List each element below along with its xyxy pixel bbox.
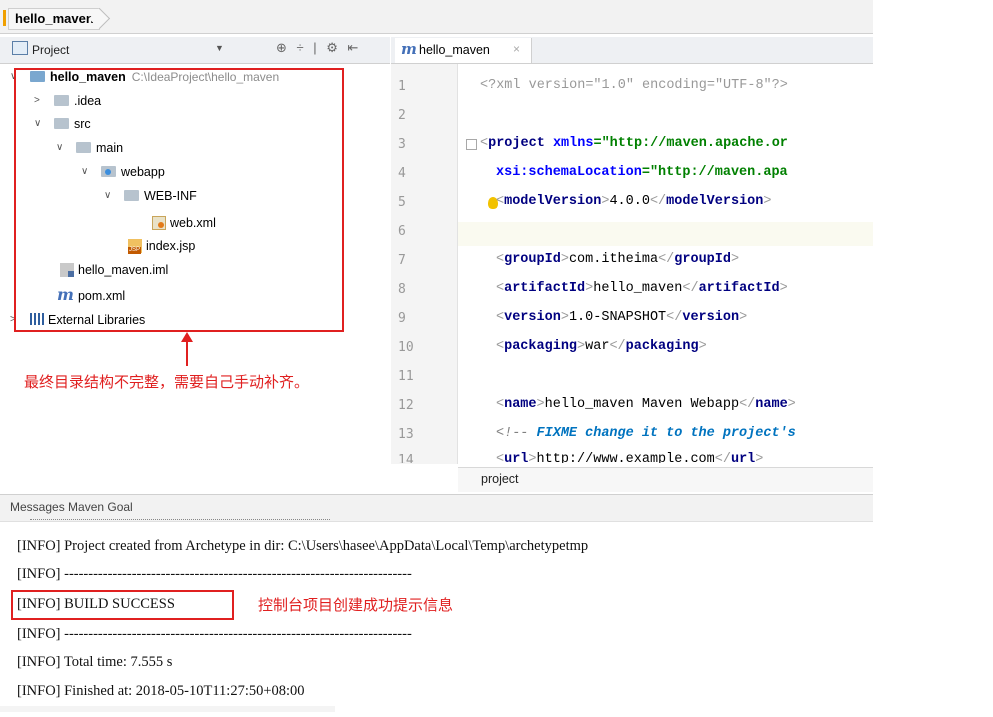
tag-value: 1.0-SNAPSHOT	[568, 310, 667, 325]
maven-icon: m	[401, 40, 417, 58]
attr-name: xmlns	[552, 136, 594, 151]
editor-breadcrumb[interactable]: project	[481, 472, 519, 486]
messages-panel-title[interactable]: Messages Maven Goal	[10, 500, 133, 514]
highlight-box-tree	[14, 68, 344, 332]
current-line-highlight	[458, 222, 873, 246]
attr-name: xsi:schemaLocation	[496, 165, 642, 180]
annotation-arrow	[186, 340, 188, 366]
close-icon[interactable]: ×	[513, 42, 520, 56]
project-marker-icon	[3, 10, 6, 26]
breadcrumb-project[interactable]: hello_maven	[8, 8, 100, 30]
tag-name: packaging	[625, 339, 699, 354]
line-number: 13	[398, 427, 414, 442]
project-panel-title[interactable]: Project	[32, 43, 69, 57]
console-line: [INFO] Finished at: 2018-05-10T11:27:50+…	[17, 683, 305, 699]
project-view-icon	[12, 41, 28, 55]
code-line-1[interactable]: <?xml version="1.0" encoding="UTF-8"?>	[480, 78, 788, 93]
console-line: [INFO] ---------------------------------…	[17, 566, 412, 582]
attr-value: "http://maven.apa	[649, 165, 788, 180]
line-number: 4	[398, 166, 406, 181]
comment-text: FIXME change it to the project's	[536, 426, 796, 441]
line-number: 5	[398, 195, 406, 210]
code-line-3[interactable]: <project xmlns="http://maven.apache.or	[480, 136, 788, 151]
tag-name: artifactId	[698, 281, 780, 296]
code-line-12[interactable]: <name>hello_maven Maven Webapp</name>	[496, 397, 796, 412]
tag-value: hello_maven	[593, 281, 683, 296]
code-line-8[interactable]: <artifactId>hello_maven</artifactId>	[496, 281, 788, 296]
annotation-console-note: 控制台项目创建成功提示信息	[258, 597, 454, 614]
line-number: 6	[398, 224, 406, 239]
console-cutoff-line	[30, 519, 330, 524]
tag-name: modelVersion	[666, 194, 764, 209]
code-line-13[interactable]: <!-- FIXME change it to the project's	[496, 426, 796, 441]
navigation-bar	[0, 0, 873, 34]
editor-breadcrumb-bar	[458, 467, 873, 492]
code-line-9[interactable]: <version>1.0-SNAPSHOT</version>	[496, 310, 747, 325]
highlight-box-build	[11, 590, 234, 620]
attr-value: "http://maven.apache.or	[601, 136, 788, 151]
console-line: [INFO] Project created from Archetype in…	[17, 538, 589, 554]
code-line-4[interactable]: xsi:schemaLocation="http://maven.apa	[496, 165, 788, 180]
editor-tab-label[interactable]: hello_maven	[419, 43, 490, 57]
line-number: 2	[398, 108, 406, 123]
annotation-tree-note: 最终目录结构不完整，需要自己手动补齐。	[24, 374, 310, 391]
tag-name: groupId	[504, 252, 561, 267]
tag-name: groupId	[674, 252, 731, 267]
scroll-strip	[0, 706, 335, 712]
line-number: 1	[398, 79, 406, 94]
tag-name: modelVersion	[504, 194, 602, 209]
tag-value: 4.0.0	[609, 194, 650, 209]
line-number: 9	[398, 311, 406, 326]
tag-name: project	[488, 136, 545, 151]
line-number: 8	[398, 282, 406, 297]
code-line-10[interactable]: <packaging>war</packaging>	[496, 339, 707, 354]
tag-value: hello_maven Maven Webapp	[544, 397, 740, 412]
tag-name: packaging	[504, 339, 578, 354]
tag-name: artifactId	[504, 281, 586, 296]
tag-name: name	[755, 397, 788, 412]
chevron-down-icon[interactable]: ▼	[215, 43, 224, 53]
tag-name: name	[504, 397, 537, 412]
tag-value: war	[585, 339, 610, 354]
line-number: 11	[398, 369, 414, 384]
line-number: 7	[398, 253, 406, 268]
project-toolbar-icons[interactable]: ⊕ ÷ | ⚙ ⇤	[276, 40, 361, 56]
console-line: [INFO] ---------------------------------…	[17, 626, 412, 642]
tag-value: http://www.example.com	[536, 452, 715, 463]
code-line-14[interactable]: <url>http://www.example.com</url>	[496, 452, 763, 463]
tag-name: url	[504, 452, 529, 463]
line-number: 14	[398, 453, 414, 463]
code-line-5[interactable]: <modelVersion>4.0.0</modelVersion>	[496, 194, 771, 209]
tag-name: url	[730, 452, 756, 463]
line-number: 10	[398, 340, 414, 355]
comment-start: <!--	[496, 426, 537, 441]
fold-icon[interactable]	[466, 139, 477, 150]
tag-value: com.itheima	[568, 252, 659, 267]
xml-declaration: <?xml version="1.0" encoding="UTF-8"?>	[480, 78, 788, 93]
arrow-up-icon	[181, 332, 193, 342]
tag-name: version	[504, 310, 561, 325]
tag-name: version	[682, 310, 740, 325]
console-line: [INFO] Total time: 7.555 s	[17, 654, 173, 670]
line-number: 3	[398, 137, 406, 152]
code-line-7[interactable]: <groupId>com.itheima</groupId>	[496, 252, 739, 267]
line-number: 12	[398, 398, 414, 413]
